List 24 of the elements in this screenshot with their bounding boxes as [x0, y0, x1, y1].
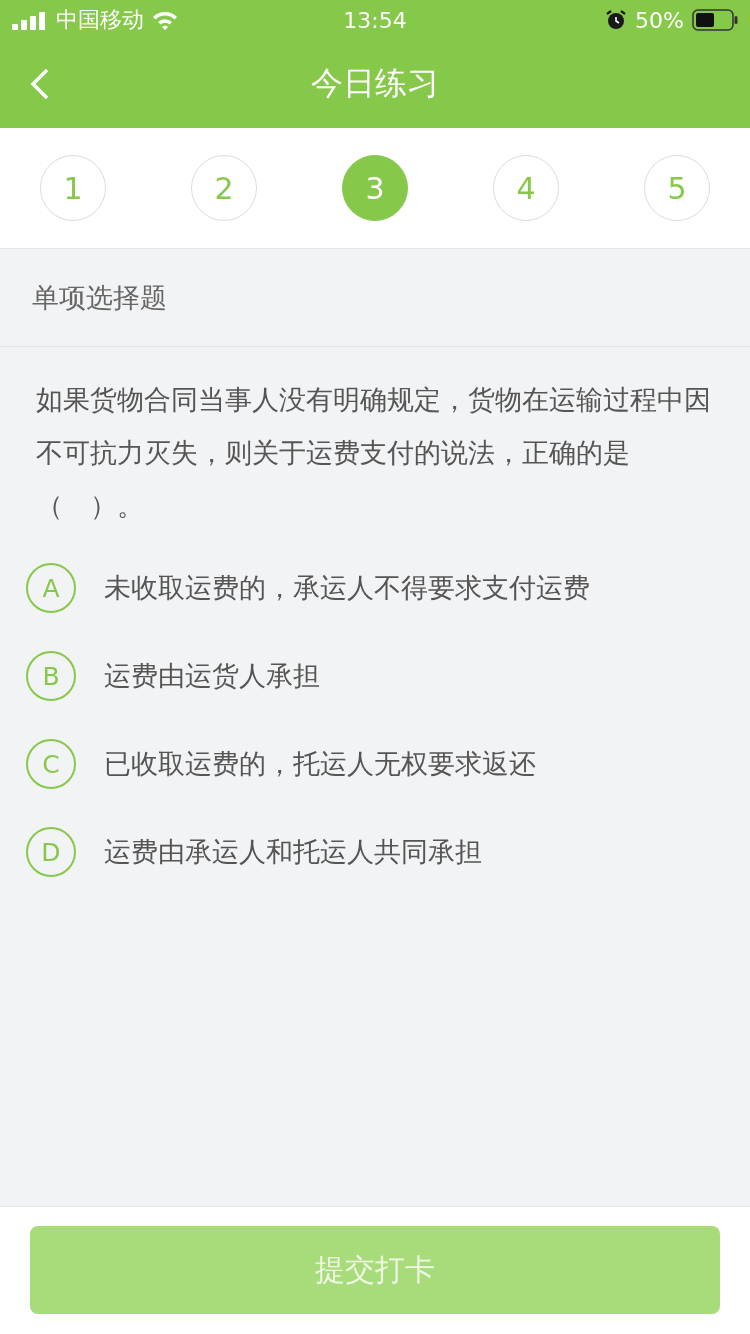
- question-type-label: 单项选择题: [0, 249, 750, 347]
- option-text[interactable]: 运费由运货人承担: [104, 658, 320, 694]
- battery-percent: 50%: [635, 7, 684, 33]
- question-number-tab[interactable]: 4: [493, 155, 559, 221]
- wifi-icon: [152, 10, 178, 30]
- back-icon: [30, 67, 50, 101]
- option-text[interactable]: 已收取运费的，托运人无权要求返还: [104, 746, 536, 782]
- page-title: 今日练习: [311, 63, 439, 104]
- question-number-tab[interactable]: 3: [342, 155, 408, 221]
- option-letter[interactable]: A: [26, 563, 76, 613]
- option-letter[interactable]: B: [26, 651, 76, 701]
- option-letter[interactable]: D: [26, 827, 76, 877]
- question-number-tab[interactable]: 2: [191, 155, 257, 221]
- clock-time: 13:54: [343, 7, 407, 33]
- option-text[interactable]: 未收取运费的，承运人不得要求支付运费: [104, 570, 590, 606]
- question-number-tab[interactable]: 1: [40, 155, 106, 221]
- carrier-name: 中国移动: [56, 6, 144, 34]
- battery-icon: [692, 9, 738, 31]
- alarm-icon: [605, 9, 628, 31]
- question-text: 如果货物合同当事人没有明确规定，货物在运输过程中因不可抗力灭失，则关于运费支付的说法，正确的是（ ）。: [35, 383, 712, 523]
- option-letter[interactable]: C: [26, 739, 76, 789]
- question-number-tab[interactable]: 5: [644, 155, 710, 221]
- option-text[interactable]: 运费由承运人和托运人共同承担: [104, 834, 482, 870]
- signal-icon: [12, 10, 48, 30]
